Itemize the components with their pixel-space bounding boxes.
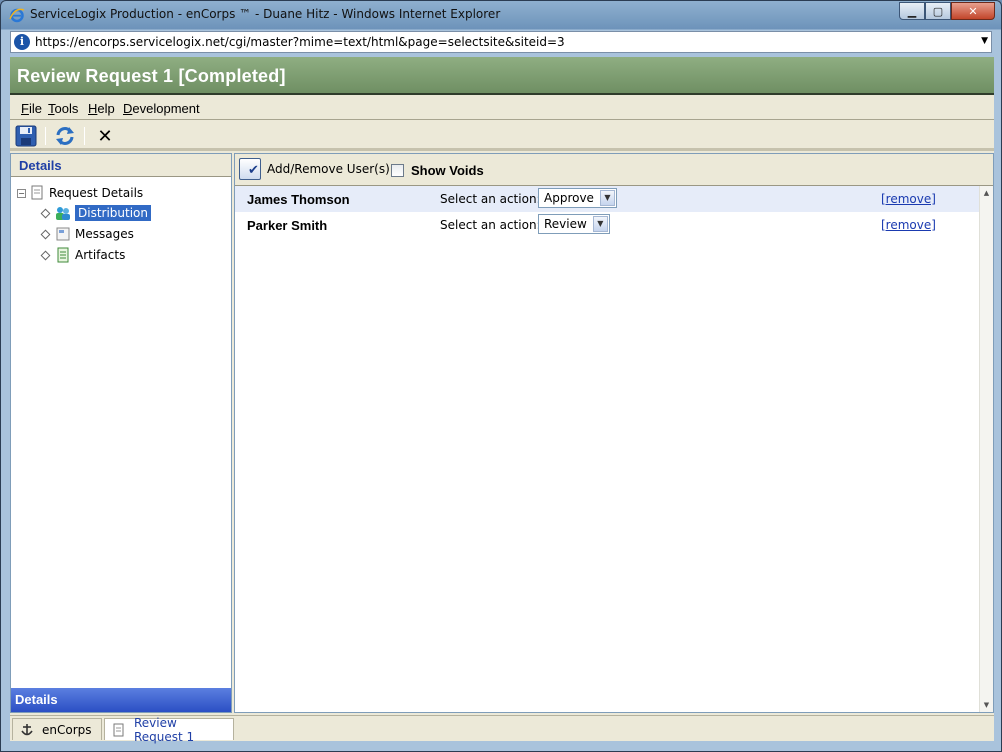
tree-item-artifacts[interactable]: Artifacts xyxy=(39,247,125,263)
document-icon xyxy=(112,723,126,737)
close-icon: ✕ xyxy=(97,125,113,147)
user-list: James Thomson Select an action: Approve … xyxy=(235,186,979,238)
show-voids-label: Show Voids xyxy=(411,163,484,178)
details-accordion-header[interactable]: Details xyxy=(11,688,231,712)
vertical-scrollbar[interactable]: ▲ ▼ xyxy=(979,186,993,712)
tree-node-icon xyxy=(40,208,51,218)
chevron-down-icon[interactable]: ▼ xyxy=(599,190,615,206)
tree-item-messages[interactable]: Messages xyxy=(39,226,134,242)
tree-node-icon xyxy=(40,250,51,260)
save-icon xyxy=(15,125,37,147)
refresh-icon xyxy=(56,127,74,145)
document-icon xyxy=(29,185,45,201)
users-icon xyxy=(55,205,71,221)
action-select[interactable]: Approve ▼ xyxy=(538,188,617,208)
add-remove-users-button[interactable]: Add/Remove User(s) xyxy=(267,162,390,176)
chevron-down-icon[interactable]: ▼ xyxy=(592,216,608,232)
menu-file[interactable]: File xyxy=(21,101,42,116)
page-title: Review Request 1 [Completed] xyxy=(17,66,286,86)
toolbar-separator xyxy=(84,127,85,145)
address-dropdown-icon[interactable]: ▼ xyxy=(981,36,988,46)
distribution-panel: Add/Remove User(s) Show Voids James Thom… xyxy=(234,153,994,713)
tree-item-distribution[interactable]: Distribution xyxy=(39,205,152,221)
tab-review-request[interactable]: Review Request 1 xyxy=(104,716,234,744)
user-name: Parker Smith xyxy=(247,218,328,233)
action-select[interactable]: Review ▼ xyxy=(538,214,610,234)
details-panel: Details − Request Details Distribution M… xyxy=(10,153,232,713)
save-button[interactable] xyxy=(14,124,38,148)
window-tab-bar: enCorps Review Request 1 xyxy=(10,715,994,744)
delete-button[interactable]: ✕ xyxy=(93,124,117,148)
toolbar-separator xyxy=(45,127,46,145)
internet-explorer-icon xyxy=(9,8,25,23)
tree-label[interactable]: Artifacts xyxy=(75,248,125,262)
tree-node-icon xyxy=(40,229,51,239)
tree-label[interactable]: Distribution xyxy=(75,205,152,221)
minimize-button[interactable]: ▁ xyxy=(899,2,925,20)
action-label: Select an action: xyxy=(440,192,541,206)
info-icon[interactable]: i xyxy=(14,34,30,50)
show-voids-checkbox[interactable] xyxy=(391,164,404,177)
maximize-button[interactable]: ▢ xyxy=(925,2,951,20)
anchor-icon xyxy=(20,723,34,737)
tab-label[interactable]: enCorps xyxy=(42,723,92,737)
message-icon xyxy=(55,226,71,242)
close-window-button[interactable]: ✕ xyxy=(951,2,995,20)
menu-help[interactable]: Help xyxy=(88,101,115,116)
window-titlebar[interactable]: ServiceLogix Production - enCorps ™ - Du… xyxy=(1,1,1001,29)
tree-label[interactable]: Messages xyxy=(75,227,134,241)
user-row: James Thomson Select an action: Approve … xyxy=(235,186,979,212)
tab-encorps[interactable]: enCorps xyxy=(12,718,102,740)
remove-user-link[interactable]: [remove] xyxy=(881,218,936,232)
distribution-toolbar: Add/Remove User(s) Show Voids xyxy=(235,154,993,186)
tab-label[interactable]: Review Request 1 xyxy=(134,716,226,744)
user-name: James Thomson xyxy=(247,192,350,207)
browser-window: ServiceLogix Production - enCorps ™ - Du… xyxy=(0,0,1002,752)
tree-item-request-details[interactable]: − Request Details xyxy=(17,185,143,201)
refresh-button[interactable] xyxy=(53,124,77,148)
action-select-value: Approve xyxy=(544,191,594,205)
action-select-value: Review xyxy=(544,217,587,231)
scroll-up-icon[interactable]: ▲ xyxy=(980,186,993,200)
user-row: Parker Smith Select an action: Review ▼ … xyxy=(235,212,979,238)
menu-bar: File Tools Help Development xyxy=(10,97,994,120)
collapse-icon[interactable]: − xyxy=(17,188,26,198)
action-label: Select an action: xyxy=(440,218,541,232)
address-url[interactable]: https://encorps.servicelogix.net/cgi/mas… xyxy=(35,35,565,49)
tree-label[interactable]: Request Details xyxy=(49,186,143,200)
app-surface: Review Request 1 [Completed] File Tools … xyxy=(10,57,994,744)
app-header: Review Request 1 [Completed] xyxy=(10,57,994,95)
remove-user-link[interactable]: [remove] xyxy=(881,192,936,206)
artifacts-icon xyxy=(55,247,71,263)
menu-development[interactable]: Development xyxy=(123,101,200,116)
window-title: ServiceLogix Production - enCorps ™ - Du… xyxy=(30,7,501,21)
menu-tools[interactable]: Tools xyxy=(48,101,78,116)
scroll-down-icon[interactable]: ▼ xyxy=(980,698,993,712)
toolbar: ✕ xyxy=(10,121,994,151)
details-panel-header: Details xyxy=(11,154,231,177)
address-bar[interactable]: i https://encorps.servicelogix.net/cgi/m… xyxy=(10,31,992,53)
add-remove-users-icon[interactable] xyxy=(239,158,261,180)
